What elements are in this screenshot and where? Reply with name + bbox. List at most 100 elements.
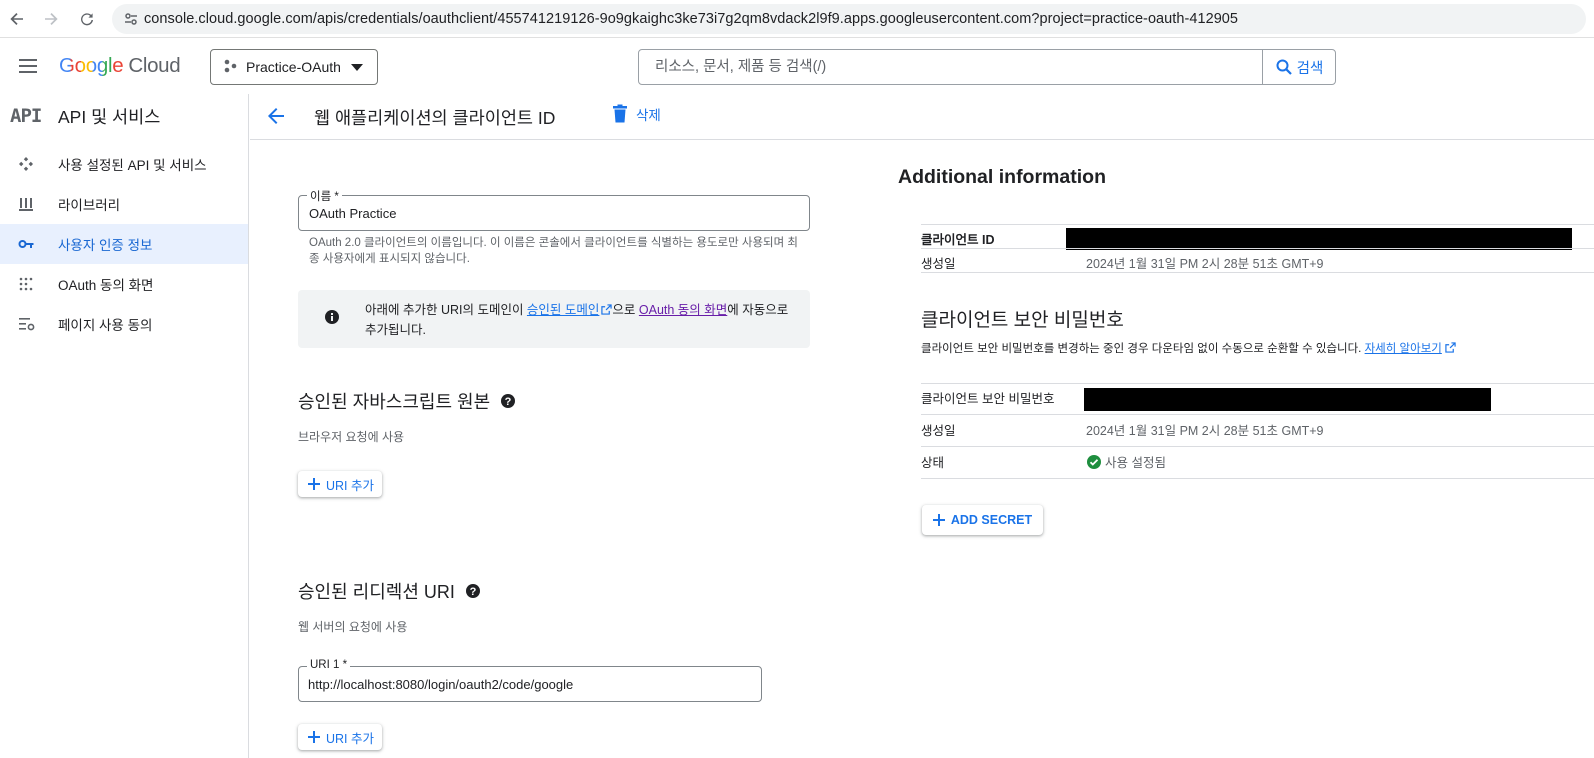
domain-info-text: 아래에 추가한 URI의 도메인이 승인된 도메인 으로 OAuth 동의 화면에… (365, 300, 790, 340)
secret-created-label: 생성일 (921, 424, 956, 438)
sidebar-item-library[interactable]: 라이브러리 (0, 184, 248, 224)
additional-info-heading: Additional information (898, 166, 1106, 188)
sidebar-item-enabled-apis[interactable]: 사용 설정된 API 및 서비스 (0, 144, 248, 184)
client-id-label: 클라이언트 ID (921, 233, 995, 247)
browser-toolbar: console.cloud.google.com/apis/credential… (0, 0, 1594, 38)
client-id-redacted (1066, 228, 1572, 250)
redirect-subtitle: 웹 서버의 요청에 사용 (298, 620, 408, 634)
google-cloud-logo[interactable]: Google Cloud (59, 54, 181, 78)
url-text[interactable]: console.cloud.google.com/apis/credential… (144, 11, 1238, 27)
learn-more-link[interactable]: 자세히 알아보기 (1365, 343, 1442, 355)
main-menu-icon[interactable] (16, 54, 40, 78)
consent-grid-icon (18, 276, 58, 292)
divider (921, 383, 1594, 384)
search-button-label: 검색 (1296, 60, 1324, 77)
name-helper-text: OAuth 2.0 클라이언트의 이름입니다. 이 이름은 콘솔에서 클라이언트… (309, 237, 798, 265)
back-arrow-icon[interactable] (264, 104, 288, 133)
search-input[interactable] (639, 50, 1262, 84)
logo-google-text: Google (59, 54, 124, 77)
external-link-icon (601, 304, 613, 315)
project-name: Practice-OAuth (246, 59, 341, 75)
authorized-domains-link[interactable]: 승인된 도메인 (527, 303, 599, 317)
sidebar-item-label: 사용 설정된 API 및 서비스 (58, 158, 207, 173)
sidebar-item-label: 사용자 인증 정보 (58, 238, 153, 253)
search-icon (1276, 59, 1292, 75)
help-icon[interactable]: ? (465, 583, 481, 599)
api-diamond-icon (18, 156, 58, 172)
divider (921, 478, 1594, 479)
page-title-bar: 웹 애플리케이션의 클라이언트 ID 삭제 (250, 94, 1594, 140)
js-origins-subtitle: 브라우저 요청에 사용 (298, 430, 405, 444)
info-icon (324, 309, 340, 330)
search-bar: 검색 (638, 49, 1336, 85)
client-secret-redacted (1084, 388, 1491, 411)
add-secret-label: ADD SECRET (950, 513, 1033, 527)
divider (921, 446, 1594, 447)
add-uri-label: URI 추가 (326, 478, 375, 493)
client-secret-label: 클라이언트 보안 비밀번호 (921, 392, 1055, 406)
js-origins-heading: 승인된 자바스크립트 원본 ? (298, 388, 516, 414)
add-secret-button[interactable]: ADD SECRET (922, 505, 1043, 535)
add-redirect-uri-button[interactable]: URI 추가 (298, 724, 383, 750)
sidebar-item-credentials[interactable]: 사용자 인증 정보 (0, 224, 248, 264)
project-picker[interactable]: Practice-OAuth (210, 49, 378, 85)
delete-label: 삭제 (636, 108, 661, 123)
logo-cloud-text: Cloud (128, 54, 181, 77)
uri1-label: URI 1 * (307, 659, 351, 671)
divider (921, 248, 1594, 249)
status-label: 상태 (921, 456, 945, 470)
add-uri-label: URI 추가 (326, 731, 375, 746)
sidebar-nav: 사용 설정된 API 및 서비스 라이브러리 사용자 인증 정보 OAuth 동… (0, 144, 248, 344)
api-logo-icon: API (10, 105, 42, 127)
sidebar: API API 및 서비스 사용 설정된 API 및 서비스 라이브러리 사용자… (0, 94, 249, 758)
sidebar-item-page-consent[interactable]: 페이지 사용 동의 (0, 304, 248, 344)
browser-back-icon[interactable] (6, 8, 28, 30)
sidebar-item-label: OAuth 동의 화면 (58, 278, 154, 293)
site-settings-icon[interactable] (118, 11, 144, 27)
help-icon[interactable]: ? (500, 393, 516, 409)
key-icon (18, 236, 58, 252)
divider (921, 272, 1594, 273)
sidebar-item-oauth-consent[interactable]: OAuth 동의 화면 (0, 264, 248, 304)
status-value: 사용 설정됨 (1086, 452, 1166, 471)
project-hierarchy-icon (223, 59, 237, 76)
redirect-uri-1-field[interactable]: URI 1 * http://localhost:8080/login/oaut… (298, 659, 762, 702)
info-mid: 으로 (612, 303, 639, 317)
secret-created-value: 2024년 1월 31일 PM 2시 28분 51초 GMT+9 (1086, 424, 1324, 438)
plus-icon (308, 478, 320, 490)
client-created-label: 생성일 (921, 257, 956, 271)
plus-icon (932, 514, 945, 526)
page-title: 웹 애플리케이션의 클라이언트 ID (314, 108, 556, 128)
add-js-origin-button[interactable]: URI 추가 (298, 471, 383, 497)
svg-text:?: ? (470, 586, 477, 598)
info-prefix: 아래에 추가한 URI의 도메인이 (365, 303, 527, 317)
settings-list-icon (18, 316, 58, 332)
redirect-title: 승인된 리디렉션 URI (298, 582, 455, 602)
cloud-header: GoogleCloud Practice-OAuth 검색 (0, 38, 1594, 94)
name-field-label: 이름 * (307, 188, 342, 204)
delete-button[interactable]: 삭제 (612, 104, 661, 124)
sidebar-header: API API 및 서비스 (0, 94, 248, 138)
redirect-uris-heading: 승인된 리디렉션 URI ? (298, 578, 481, 604)
trash-icon (613, 104, 627, 123)
client-secret-description: 클라이언트 보안 비밀번호를 변경하는 중인 경우 다운타임 없이 수동으로 순… (921, 340, 1456, 356)
uri1-value[interactable]: http://localhost:8080/login/oauth2/code/… (308, 677, 573, 692)
name-field[interactable]: 이름 * OAuth Practice (298, 188, 810, 231)
library-icon (18, 196, 58, 212)
browser-reload-icon[interactable] (76, 8, 98, 30)
client-secret-heading: 클라이언트 보안 비밀번호 (921, 310, 1124, 331)
sidebar-title: API 및 서비스 (58, 106, 161, 127)
status-text: 사용 설정됨 (1105, 456, 1166, 470)
js-origins-title: 승인된 자바스크립트 원본 (298, 392, 491, 412)
name-field-value[interactable]: OAuth Practice (309, 206, 396, 221)
oauth-consent-link[interactable]: OAuth 동의 화면 (639, 303, 727, 317)
sidebar-item-label: 페이지 사용 동의 (58, 318, 153, 333)
secret-desc-text: 클라이언트 보안 비밀번호를 변경하는 중인 경우 다운타임 없이 수동으로 순… (921, 343, 1362, 355)
external-link-icon (1445, 342, 1456, 353)
address-bar[interactable]: console.cloud.google.com/apis/credential… (112, 4, 1586, 34)
search-button[interactable]: 검색 (1262, 50, 1335, 84)
check-circle-icon (1087, 454, 1101, 469)
browser-forward-icon[interactable] (40, 8, 62, 30)
divider (921, 224, 1594, 225)
sidebar-item-label: 라이브러리 (58, 198, 121, 213)
